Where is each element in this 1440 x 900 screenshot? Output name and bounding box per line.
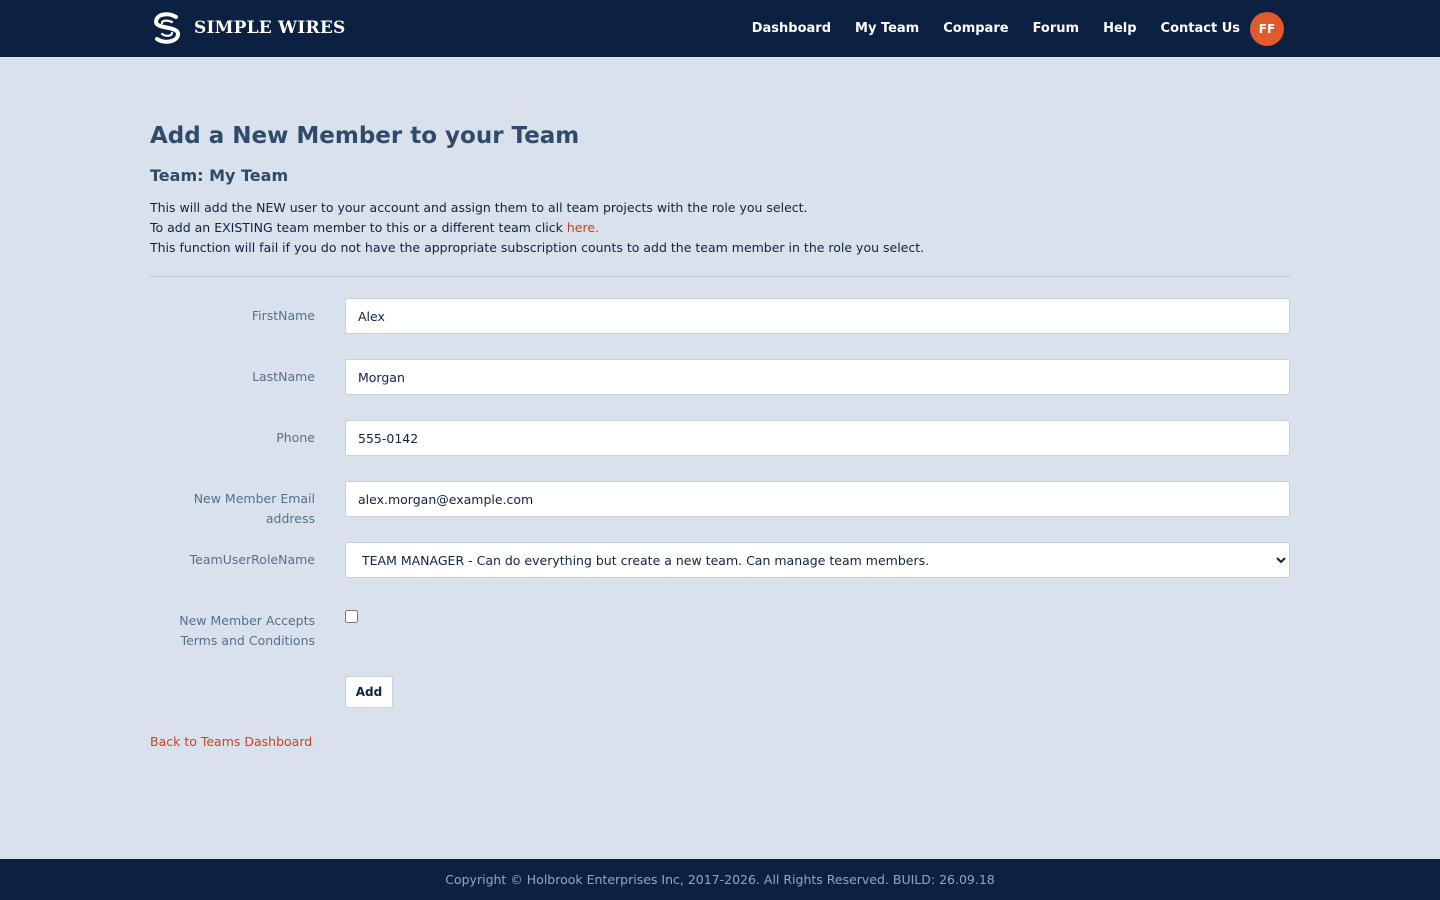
team-heading: Team: My Team: [150, 166, 289, 185]
brand-home-link[interactable]: SIMPLE WIRES: [150, 11, 345, 45]
first-name-input[interactable]: [345, 298, 1290, 334]
nav-dashboard[interactable]: Dashboard: [752, 21, 831, 36]
nav-help[interactable]: Help: [1103, 21, 1136, 36]
email-label: New Member Email address: [193, 491, 315, 526]
intro-line-new-user: This will add the NEW user to your accou…: [150, 200, 808, 215]
copyright-text: Copyright © Holbrook Enterprises Inc, 20…: [445, 872, 995, 887]
first-name-row: FirstName: [150, 298, 1290, 334]
top-navbar: SIMPLE WIRES Dashboard My Team Compare F…: [0, 0, 1440, 57]
nav-forum[interactable]: Forum: [1033, 21, 1080, 36]
user-avatar[interactable]: FF: [1250, 11, 1284, 46]
logo-icon: [153, 12, 181, 44]
phone-input[interactable]: [345, 420, 1290, 456]
terms-checkbox[interactable]: [345, 610, 358, 623]
brand-name: SIMPLE WIRES: [194, 18, 346, 38]
intro-line-existing: To add an EXISTING team member to this o…: [150, 218, 924, 238]
role-row: TeamUserRoleName TEAM MANAGER - Can do e…: [150, 542, 1290, 578]
terms-label: New Member Accepts Terms and Conditions: [179, 613, 315, 648]
existing-member-here-link[interactable]: here.: [567, 220, 599, 235]
nav-contact-us[interactable]: Contact Us: [1161, 21, 1240, 36]
phone-label: Phone: [276, 430, 315, 445]
last-name-input[interactable]: [345, 359, 1290, 395]
back-to-teams-dashboard-link[interactable]: Back to Teams Dashboard: [150, 734, 312, 749]
first-name-label: FirstName: [251, 308, 315, 323]
intro-text: This will add the NEW user to your accou…: [150, 198, 924, 258]
nav-compare[interactable]: Compare: [943, 21, 1008, 36]
last-name-label: LastName: [252, 369, 315, 384]
role-label: TeamUserRoleName: [189, 552, 315, 567]
intro-existing-text: To add an EXISTING team member to this o…: [150, 220, 567, 235]
add-button[interactable]: Add: [345, 676, 393, 708]
divider: [150, 276, 1290, 277]
main-nav: Dashboard My Team Compare Forum Help Con…: [752, 0, 1284, 57]
role-select[interactable]: TEAM MANAGER - Can do everything but cre…: [345, 542, 1290, 578]
last-name-row: LastName: [150, 359, 1290, 395]
nav-my-team[interactable]: My Team: [855, 21, 919, 36]
email-row: New Member Email address: [150, 481, 1290, 526]
terms-row: New Member Accepts Terms and Conditions: [150, 603, 1290, 653]
email-input[interactable]: [345, 481, 1290, 517]
page-title: Add a New Member to your Team: [150, 123, 580, 149]
footer: Copyright © Holbrook Enterprises Inc, 20…: [0, 859, 1440, 900]
phone-row: Phone: [150, 420, 1290, 456]
intro-line-warning: This function will fail if you do not ha…: [150, 240, 925, 255]
